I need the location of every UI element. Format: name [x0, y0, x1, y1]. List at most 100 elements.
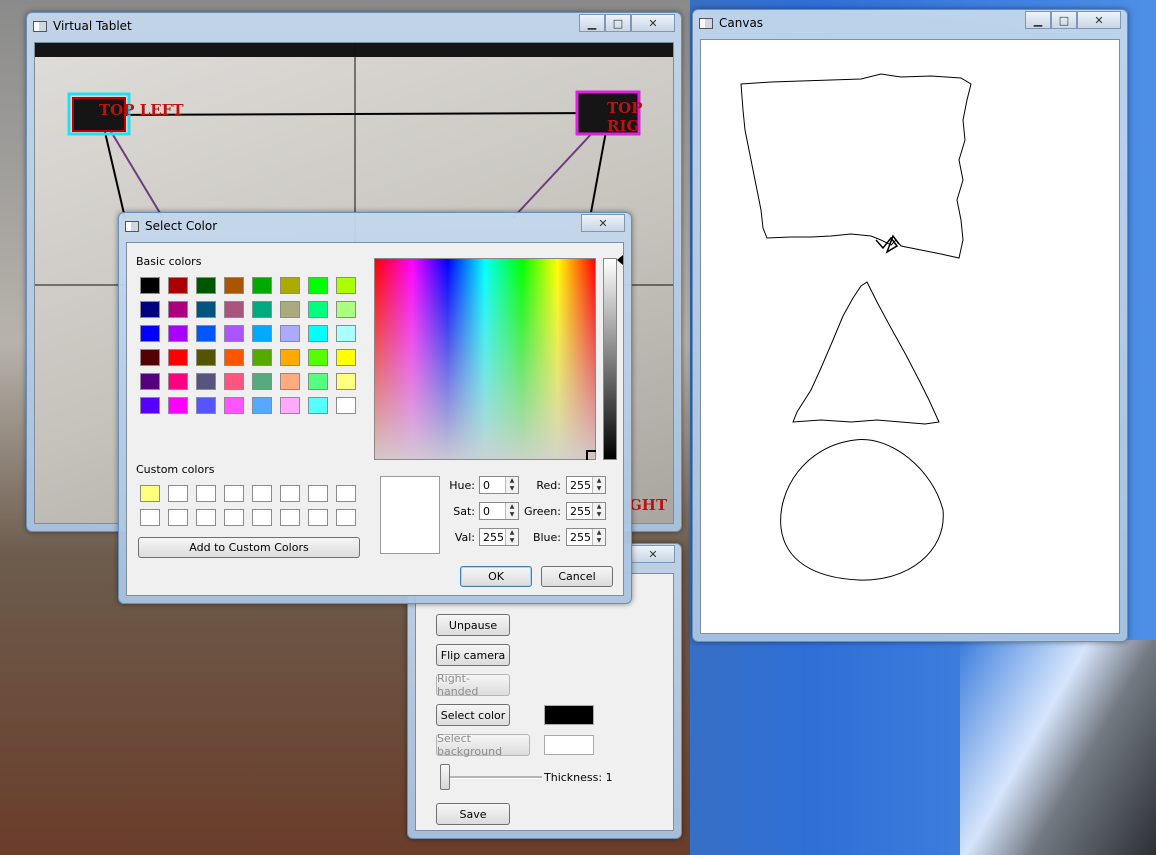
basic-color-swatch[interactable]: [308, 397, 328, 414]
custom-color-swatch[interactable]: [196, 485, 216, 502]
custom-color-swatch[interactable]: [224, 485, 244, 502]
basic-color-swatch[interactable]: [196, 373, 216, 390]
select-background-button[interactable]: Select background: [436, 732, 530, 758]
spin-arrows-icon[interactable]: ▲ ▼: [592, 529, 605, 545]
custom-color-swatch[interactable]: [280, 485, 300, 502]
custom-color-swatch[interactable]: [140, 509, 160, 526]
red-spinbox[interactable]: 255 ▲ ▼: [566, 476, 606, 494]
basic-color-swatch[interactable]: [196, 277, 216, 294]
basic-color-swatch[interactable]: [280, 349, 300, 366]
minimize-button[interactable]: ▁: [1025, 11, 1051, 29]
blue-spinbox[interactable]: 255 ▲ ▼: [566, 528, 606, 546]
close-button[interactable]: ✕: [631, 14, 675, 32]
basic-color-swatch[interactable]: [336, 301, 356, 318]
basic-color-swatch[interactable]: [336, 325, 356, 342]
hue-saturation-picker[interactable]: [374, 258, 596, 460]
thickness-slider-track[interactable]: [442, 776, 542, 779]
luminance-arrow-icon[interactable]: [617, 255, 623, 265]
thickness-slider-thumb[interactable]: [440, 764, 450, 790]
spin-arrows-icon[interactable]: ▲ ▼: [505, 503, 518, 519]
unpause-button[interactable]: Unpause: [436, 614, 510, 636]
luminance-slider[interactable]: [603, 258, 617, 460]
basic-color-swatch[interactable]: [168, 277, 188, 294]
add-to-custom-colors-button[interactable]: Add to Custom Colors: [138, 537, 360, 558]
basic-color-swatch[interactable]: [280, 325, 300, 342]
close-button[interactable]: ✕: [631, 545, 675, 563]
basic-color-swatch[interactable]: [336, 373, 356, 390]
basic-color-swatch[interactable]: [224, 373, 244, 390]
basic-color-swatch[interactable]: [252, 397, 272, 414]
basic-color-swatch[interactable]: [140, 373, 160, 390]
custom-color-swatch[interactable]: [308, 485, 328, 502]
val-spinbox[interactable]: 255 ▲ ▼: [479, 528, 519, 546]
basic-color-swatch[interactable]: [224, 349, 244, 366]
custom-color-swatch[interactable]: [196, 509, 216, 526]
drawing-canvas[interactable]: [700, 39, 1120, 634]
custom-color-swatch[interactable]: [336, 509, 356, 526]
basic-color-swatch[interactable]: [308, 373, 328, 390]
basic-color-swatch[interactable]: [252, 325, 272, 342]
basic-color-swatch[interactable]: [308, 325, 328, 342]
right-handed-button[interactable]: Right-handed: [436, 672, 510, 698]
basic-color-swatch[interactable]: [308, 301, 328, 318]
basic-color-swatch[interactable]: [280, 277, 300, 294]
green-spinbox[interactable]: 255 ▲ ▼: [566, 502, 606, 520]
basic-color-swatch[interactable]: [168, 373, 188, 390]
hue-spinbox[interactable]: 0 ▲ ▼: [479, 476, 519, 494]
basic-color-swatch[interactable]: [168, 301, 188, 318]
custom-color-swatch[interactable]: [252, 509, 272, 526]
custom-color-swatch[interactable]: [168, 485, 188, 502]
basic-color-swatch[interactable]: [140, 349, 160, 366]
basic-color-swatch[interactable]: [196, 325, 216, 342]
sat-spinbox[interactable]: 0 ▲ ▼: [479, 502, 519, 520]
custom-color-swatch[interactable]: [224, 509, 244, 526]
titlebar[interactable]: Virtual Tablet ▁ □ ✕: [27, 13, 681, 41]
basic-color-swatch[interactable]: [196, 349, 216, 366]
basic-color-swatch[interactable]: [140, 301, 160, 318]
basic-color-swatch[interactable]: [280, 397, 300, 414]
basic-color-swatch[interactable]: [308, 277, 328, 294]
basic-color-swatch[interactable]: [196, 397, 216, 414]
maximize-button[interactable]: □: [605, 14, 631, 32]
basic-color-swatch[interactable]: [140, 277, 160, 294]
basic-color-swatch[interactable]: [224, 325, 244, 342]
select-color-dialog[interactable]: Select Color ✕ Basic colors Custom color…: [118, 212, 632, 604]
custom-color-swatch[interactable]: [336, 485, 356, 502]
titlebar[interactable]: Canvas ▁ □ ✕: [693, 10, 1127, 38]
spin-arrows-icon[interactable]: ▲ ▼: [592, 477, 605, 493]
close-button[interactable]: ✕: [1077, 11, 1121, 29]
custom-color-swatch[interactable]: [280, 509, 300, 526]
custom-color-swatch[interactable]: [308, 509, 328, 526]
ok-button[interactable]: OK: [460, 566, 532, 587]
basic-color-swatch[interactable]: [140, 397, 160, 414]
custom-color-swatch[interactable]: [168, 509, 188, 526]
basic-color-swatch[interactable]: [168, 325, 188, 342]
titlebar[interactable]: Select Color ✕: [119, 213, 631, 241]
flip-camera-button[interactable]: Flip camera: [436, 644, 510, 666]
basic-color-swatch[interactable]: [224, 301, 244, 318]
spin-arrows-icon[interactable]: ▲ ▼: [505, 477, 518, 493]
basic-color-swatch[interactable]: [252, 301, 272, 318]
custom-color-swatch[interactable]: [140, 485, 160, 502]
basic-color-swatch[interactable]: [252, 277, 272, 294]
basic-color-swatch[interactable]: [252, 373, 272, 390]
close-button[interactable]: ✕: [581, 214, 625, 232]
basic-color-swatch[interactable]: [280, 301, 300, 318]
custom-color-swatch[interactable]: [252, 485, 272, 502]
basic-color-swatch[interactable]: [280, 373, 300, 390]
basic-color-swatch[interactable]: [168, 349, 188, 366]
basic-color-swatch[interactable]: [196, 301, 216, 318]
minimize-button[interactable]: ▁: [579, 14, 605, 32]
basic-color-swatch[interactable]: [336, 277, 356, 294]
basic-color-swatch[interactable]: [224, 277, 244, 294]
spin-arrows-icon[interactable]: ▲ ▼: [592, 503, 605, 519]
select-color-button[interactable]: Select color: [436, 704, 510, 726]
basic-color-swatch[interactable]: [308, 349, 328, 366]
basic-color-swatch[interactable]: [140, 325, 160, 342]
canvas-window[interactable]: Canvas ▁ □ ✕: [692, 9, 1128, 642]
basic-color-swatch[interactable]: [252, 349, 272, 366]
basic-color-swatch[interactable]: [336, 349, 356, 366]
cancel-button[interactable]: Cancel: [541, 566, 613, 587]
save-button[interactable]: Save: [436, 803, 510, 825]
spin-arrows-icon[interactable]: ▲ ▼: [505, 529, 518, 545]
